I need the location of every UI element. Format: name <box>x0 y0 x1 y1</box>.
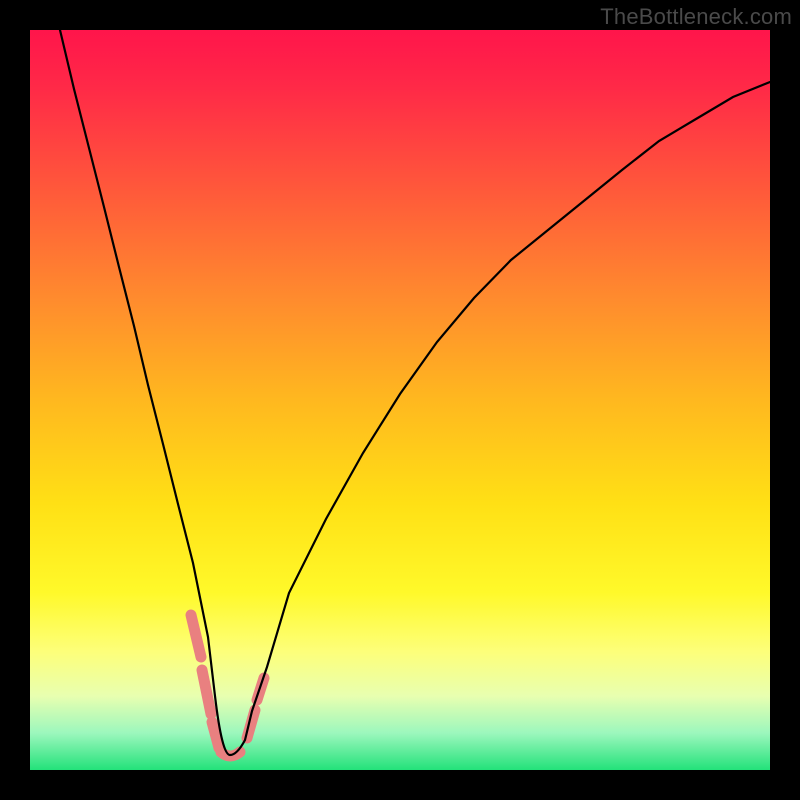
chart-frame <box>30 30 770 770</box>
highlight-segment <box>191 615 201 657</box>
highlight-segment <box>212 722 219 748</box>
watermark-text: TheBottleneck.com <box>600 4 792 30</box>
plot-area <box>30 30 770 770</box>
chart-svg <box>30 30 770 770</box>
highlight-segment <box>202 670 211 714</box>
highlight-group <box>191 615 264 756</box>
bottleneck-curve <box>60 30 770 755</box>
